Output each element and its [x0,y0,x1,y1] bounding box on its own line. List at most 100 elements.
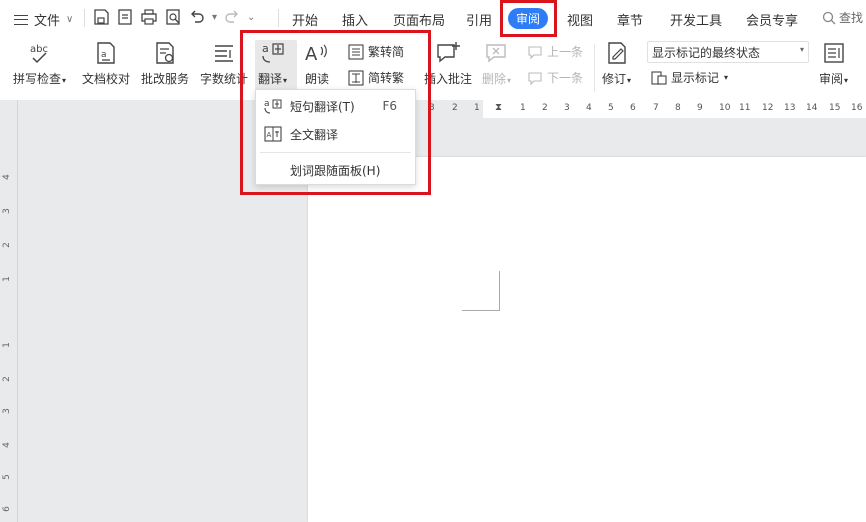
wps-writer-window: 文件 ∨ ▾ ⌄ 开始 插入 页面布局 引用 审阅 视图 章节 开发工具 会员专… [0,0,866,522]
insert-comment-button[interactable]: 插入批注 [424,40,472,87]
ruler-label: 3 [1,208,12,214]
divider [594,44,595,92]
ruler-label: 12 [762,103,774,113]
print-preview-icon[interactable] [164,8,182,26]
ruler-label: 11 [739,103,751,113]
vertical-ruler[interactable]: 4 3 2 1 1 2 3 4 5 6 [0,100,18,522]
indent-marker-icon[interactable]: ⧗ [495,102,502,113]
simp-to-trad-button[interactable]: 简转繁 [348,69,404,86]
doc-proofread-button[interactable]: a 文档校对 [82,40,130,87]
ruler-label: 4 [1,442,12,448]
tab-review[interactable]: 审阅 [508,8,549,29]
ruler-label: 3 [1,408,12,414]
print-icon[interactable] [140,8,158,26]
ruler-label: 7 [653,103,659,113]
menu-item-word-follow-panel[interactable]: 划词跟随面板(H) [256,157,415,183]
ruler-label: 4 [586,103,592,113]
ruler-label: 4 [1,174,12,180]
spell-check-button[interactable]: abc 拼写检查▾ [13,40,66,87]
ruler-label: 15 [829,103,841,113]
ruler-label: 14 [806,103,818,113]
ruler-label: 2 [1,242,12,248]
doc-proofread-label: 文档校对 [82,72,131,86]
svg-text:A: A [305,44,318,65]
menu-item-full-translate[interactable]: A 全文翻译 [256,121,415,147]
doc-proofread-icon: a [93,40,119,66]
divider [278,9,279,27]
search-label: 查找 [839,11,864,25]
translate-label: 翻译 [258,72,283,86]
markup-state-select[interactable]: 显示标记的最终状态 ▾ [647,41,809,63]
tab-insert[interactable]: 插入 [342,10,368,29]
trad-to-simp-button[interactable]: 繁转简 [348,43,404,60]
full-translate-icon: A [264,126,282,142]
svg-text:a: a [262,42,269,55]
svg-text:a: a [101,50,107,60]
revise-label: 修订 [602,72,627,86]
tab-member[interactable]: 会员专享 [746,10,798,29]
menu-item-label: 短句翻译(T) [290,99,355,114]
correction-service-icon [152,40,178,66]
translate-button[interactable]: a 翻译▾ [258,40,287,87]
export-pdf-icon[interactable] [116,8,134,26]
show-markup-icon [651,70,667,85]
undo-icon[interactable] [188,8,206,26]
ruler-label: 2 [452,103,458,113]
ruler-label: 6 [630,103,636,113]
shortcut-label: F6 [382,99,397,113]
ruler-label: 13 [784,103,796,113]
menu-item-label: 全文翻译 [290,127,339,142]
read-aloud-label: 朗读 [304,72,329,86]
simp-to-trad-icon [348,69,364,86]
tab-view[interactable]: 视图 [567,10,593,29]
next-item-label: 下一条 [547,71,584,85]
document-page[interactable] [308,157,866,522]
search-icon [822,11,836,24]
show-markup-label: 显示标记 [671,71,720,85]
read-aloud-icon: A [304,40,330,66]
word-count-button[interactable]: 字数统计 [200,40,248,87]
delete-label: 删除 [482,72,507,86]
quick-access-toolbar: ▾ ⌄ [92,8,255,26]
word-count-icon [211,40,237,66]
tab-home[interactable]: 开始 [292,10,318,29]
delete-comment-button: 删除▾ [482,40,511,87]
menu-item-sentence-translate[interactable]: a 短句翻译(T) F6 [256,93,415,119]
tab-page-layout[interactable]: 页面布局 [393,10,445,29]
tab-references[interactable]: 引用 [466,10,492,29]
file-menu-button[interactable]: 文件 ∨ [14,10,73,29]
delete-comment-icon [484,40,510,66]
review-label: 审阅 [819,72,844,86]
correction-service-label: 批改服务 [141,72,190,86]
dropdown-arrow-icon: ▾ [724,73,729,82]
prev-comment-icon [528,45,542,59]
ruler-label: 16 [851,103,863,113]
ruler-label: 8 [675,103,681,113]
customize-toolbar-icon[interactable]: ⌄ [247,12,255,23]
tab-section[interactable]: 章节 [617,10,643,29]
save-icon[interactable] [92,8,110,26]
dropdown-arrow-icon: ▾ [283,76,288,85]
chevron-down-icon: ∨ [66,14,74,25]
next-comment-icon [528,71,542,85]
show-markup-button[interactable]: 显示标记 ▾ [651,69,728,86]
translate-icon: a [260,40,286,66]
revise-button[interactable]: 修订▾ [602,40,631,87]
svg-text:a: a [264,99,270,109]
ruler-label: 9 [697,103,703,113]
spell-check-icon: abc [27,40,53,66]
ruler-label: 5 [608,103,614,113]
correction-service-button[interactable]: 批改服务 [141,40,189,87]
ruler-label: 5 [1,474,12,480]
ruler-label: 10 [719,103,731,113]
next-comment-button: 下一条 [527,69,583,86]
review-pane-button[interactable]: 审阅▾ [819,40,848,87]
ruler-label: 1 [1,276,12,282]
divider [84,9,85,27]
insert-comment-label: 插入批注 [424,72,473,86]
search-box[interactable]: 查找 [822,9,863,26]
dropdown-arrow-icon: ▾ [627,76,632,85]
undo-dropdown-icon[interactable]: ▾ [212,12,217,23]
read-aloud-button[interactable]: A 朗读 [304,40,330,87]
tab-developer-tools[interactable]: 开发工具 [670,10,722,29]
